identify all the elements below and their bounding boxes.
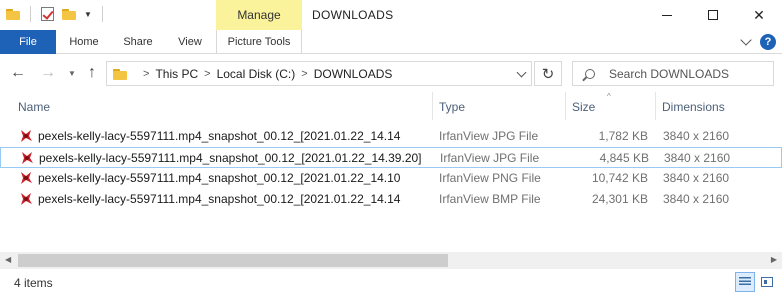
toolbar-divider: [101, 6, 103, 22]
scroll-left-icon[interactable]: ◀: [5, 255, 11, 264]
ribbon-right-controls: ?: [740, 34, 776, 50]
address-bar[interactable]: > This PC > Local Disk (C:) > DOWNLOADS: [106, 61, 532, 86]
horizontal-scrollbar[interactable]: ◀ ▶: [0, 252, 782, 269]
status-bar: 4 items: [0, 270, 782, 294]
help-icon[interactable]: ?: [760, 34, 776, 50]
window-controls: ✕: [644, 0, 782, 30]
irfanview-icon: [21, 193, 32, 205]
file-type: IrfanView PNG File: [439, 171, 541, 185]
file-type: IrfanView BMP File: [439, 192, 541, 206]
details-view-icon: [739, 277, 751, 287]
column-divider[interactable]: [655, 92, 656, 120]
title-bar: ▼ Manage DOWNLOADS ✕: [0, 0, 782, 30]
file-name: pexels-kelly-lacy-5597111.mp4_snapshot_0…: [38, 192, 401, 206]
irfanview-icon: [21, 130, 32, 142]
tab-share[interactable]: Share: [112, 30, 164, 54]
file-size: 24,301 KB: [591, 192, 648, 206]
large-icons-view-icon: [761, 277, 773, 287]
column-header-size[interactable]: Size: [572, 100, 595, 114]
ribbon-tab-bar: File Home Share View Picture Tools ?: [0, 30, 782, 54]
file-type: IrfanView JPG File: [439, 129, 539, 143]
file-dimensions: 3840 x 2160: [663, 129, 730, 143]
file-row[interactable]: pexels-kelly-lacy-5597111.mp4_snapshot_0…: [0, 168, 782, 189]
navigation-bar: ← → ▼ ↑ > This PC > Local Disk (C:) > DO…: [0, 58, 782, 88]
file-name: pexels-kelly-lacy-5597111.mp4_snapshot_0…: [38, 129, 401, 143]
file-size: 10,742 KB: [591, 171, 648, 185]
breadcrumb-separator-icon[interactable]: >: [301, 68, 307, 80]
breadcrumb-local-disk[interactable]: Local Disk (C:): [217, 67, 296, 81]
address-dropdown-icon[interactable]: [516, 67, 527, 78]
details-view-button[interactable]: [735, 272, 755, 292]
recent-locations-button[interactable]: ▼: [62, 62, 82, 84]
breadcrumb-separator-icon[interactable]: >: [143, 68, 149, 80]
folder-icon: [113, 68, 127, 80]
search-icon: [585, 68, 595, 79]
up-button[interactable]: ↑: [82, 62, 102, 84]
scroll-right-icon[interactable]: ▶: [771, 255, 777, 264]
file-size: 4,845 KB: [599, 151, 649, 165]
toolbar-divider: [30, 6, 31, 22]
column-header-name[interactable]: Name: [18, 100, 50, 114]
file-row[interactable]: pexels-kelly-lacy-5597111.mp4_snapshot_0…: [0, 126, 782, 147]
refresh-button[interactable]: ↻: [534, 61, 562, 86]
back-button[interactable]: ←: [8, 62, 28, 84]
maximize-icon: [708, 10, 718, 20]
column-header-type[interactable]: Type: [439, 100, 465, 114]
sort-ascending-icon: ^: [607, 92, 611, 101]
tab-view[interactable]: View: [164, 30, 216, 54]
column-header-row: Name Type ^ Size Dimensions: [0, 92, 782, 120]
breadcrumb-downloads[interactable]: DOWNLOADS: [314, 67, 393, 81]
column-divider[interactable]: [565, 92, 566, 120]
expand-ribbon-chevron-icon[interactable]: [740, 34, 752, 46]
file-dimensions: 3840 x 2160: [664, 151, 731, 165]
scrollbar-thumb[interactable]: [18, 254, 448, 267]
item-count: 4 items: [14, 276, 53, 290]
window-title: DOWNLOADS: [312, 8, 394, 22]
forward-button[interactable]: →: [38, 62, 58, 84]
properties-icon[interactable]: [41, 7, 54, 21]
column-header-dimensions[interactable]: Dimensions: [662, 100, 725, 114]
arrow-left-icon: ←: [10, 64, 26, 81]
maximize-button[interactable]: [690, 0, 736, 30]
breadcrumb-this-pc[interactable]: This PC: [155, 67, 198, 81]
refresh-icon: ↻: [541, 65, 555, 83]
breadcrumb-separator-icon[interactable]: >: [204, 68, 210, 80]
file-size: 1,782 KB: [598, 129, 648, 143]
new-folder-icon[interactable]: [62, 8, 76, 20]
large-icons-view-button[interactable]: [757, 272, 777, 292]
search-placeholder: Search DOWNLOADS: [609, 66, 730, 81]
manage-tab[interactable]: Manage: [216, 0, 302, 30]
customize-toolbar-dropdown-icon[interactable]: ▼: [84, 10, 92, 19]
tab-picture-tools[interactable]: Picture Tools: [216, 30, 302, 54]
search-box[interactable]: Search DOWNLOADS: [572, 61, 774, 86]
column-divider[interactable]: [432, 92, 433, 120]
file-name: pexels-kelly-lacy-5597111.mp4_snapshot_0…: [39, 151, 422, 165]
quick-access-toolbar: ▼: [6, 6, 105, 22]
chevron-down-icon: ▼: [68, 68, 76, 78]
minimize-button[interactable]: [644, 0, 690, 30]
irfanview-icon: [22, 152, 33, 164]
file-row[interactable]: pexels-kelly-lacy-5597111.mp4_snapshot_0…: [0, 147, 782, 168]
file-type: IrfanView JPG File: [440, 151, 540, 165]
file-dimensions: 3840 x 2160: [663, 171, 730, 185]
file-list: pexels-kelly-lacy-5597111.mp4_snapshot_0…: [0, 126, 782, 210]
folder-icon[interactable]: [6, 8, 20, 20]
minimize-icon: [662, 14, 672, 16]
close-icon: ✕: [753, 6, 765, 23]
close-button[interactable]: ✕: [736, 0, 782, 30]
file-name: pexels-kelly-lacy-5597111.mp4_snapshot_0…: [38, 171, 401, 185]
file-dimensions: 3840 x 2160: [663, 192, 730, 206]
arrow-up-icon: ↑: [88, 64, 96, 81]
irfanview-icon: [21, 172, 32, 184]
file-row[interactable]: pexels-kelly-lacy-5597111.mp4_snapshot_0…: [0, 189, 782, 210]
arrow-right-icon: →: [40, 64, 56, 81]
tab-home[interactable]: Home: [56, 30, 112, 54]
tab-file[interactable]: File: [0, 30, 56, 54]
